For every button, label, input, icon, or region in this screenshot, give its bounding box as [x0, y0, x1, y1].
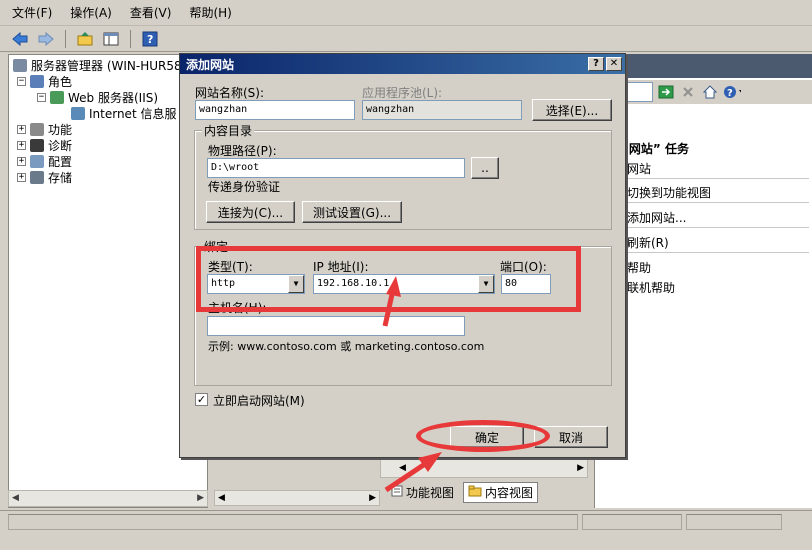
- status-segment: [8, 513, 578, 530]
- expand-icon[interactable]: +: [17, 124, 26, 134]
- content-directory-label: 内容目录: [202, 122, 255, 139]
- action-separator: [619, 178, 809, 179]
- menu-action[interactable]: 操作(A): [70, 4, 112, 21]
- actions-header-bar: [595, 54, 812, 78]
- select-app-pool-button[interactable]: 选择(E)...: [532, 99, 612, 121]
- physical-path-input[interactable]: D:\wroot: [207, 158, 465, 178]
- tree-item-diagnostics[interactable]: + 诊断: [17, 137, 72, 153]
- tree-item-server-manager[interactable]: 服务器管理器 (WIN-HUR580: [13, 57, 189, 73]
- browse-button[interactable]: ..: [471, 157, 499, 179]
- scroll-right-icon[interactable]: ▶: [369, 493, 376, 503]
- tree-item-configuration[interactable]: + 配置: [17, 153, 72, 169]
- list-horizontal-scrollbar[interactable]: ◀ ▶: [380, 458, 588, 478]
- help-button[interactable]: ?: [588, 57, 604, 71]
- back-arrow-icon[interactable]: [10, 29, 30, 49]
- go-icon[interactable]: [657, 83, 675, 101]
- pass-through-auth-label: 传递身份验证: [208, 180, 281, 194]
- scroll-left-icon[interactable]: ◀: [399, 463, 406, 473]
- status-segment: [686, 513, 782, 530]
- show-hide-console-icon[interactable]: [101, 29, 121, 49]
- toolbar-separator: [65, 29, 66, 48]
- diagnostics-icon: [30, 138, 44, 152]
- scroll-right-icon[interactable]: ▶: [197, 493, 204, 503]
- tab-content-view[interactable]: 内容视图: [463, 482, 539, 503]
- menu-help[interactable]: 帮助(H): [189, 4, 231, 21]
- expand-icon[interactable]: +: [17, 140, 26, 150]
- tree-item-web-server[interactable]: − Web 服务器(IIS): [37, 89, 158, 105]
- iis-manager-icon: [71, 106, 85, 120]
- svg-text:?: ?: [727, 88, 733, 99]
- start-immediately-checkbox[interactable]: ✓: [195, 393, 208, 406]
- tree-item-features[interactable]: + 功能: [17, 121, 72, 137]
- app-pool-input: wangzhan: [362, 100, 522, 120]
- menu-bar: 文件(F) 操作(A) 查看(V) 帮助(H): [0, 0, 812, 26]
- collapse-icon[interactable]: −: [37, 92, 46, 102]
- dialog-title: 添加网站: [186, 57, 235, 72]
- action-add-website[interactable]: 添加网站...: [627, 209, 686, 226]
- tab-features-view[interactable]: 功能视图: [386, 482, 459, 503]
- server-icon: [13, 58, 27, 72]
- action-separator: [619, 227, 809, 228]
- physical-path-label: 物理路径(P):: [208, 144, 277, 158]
- tree-item-iis-manager[interactable]: Internet 信息服: [71, 105, 176, 121]
- example-text: 示例: www.contoso.com 或 marketing.contoso.…: [208, 340, 485, 353]
- view-tabs: 功能视图 内容视图: [386, 482, 539, 503]
- action-refresh[interactable]: 刷新(R): [627, 234, 669, 251]
- toolbar-separator: [130, 29, 131, 48]
- collapse-icon[interactable]: −: [17, 76, 26, 86]
- annotation-highlight-ellipse: [416, 420, 550, 452]
- action-switch-to-features-view[interactable]: 切换到功能视图: [627, 184, 711, 201]
- navigation-tree: 服务器管理器 (WIN-HUR580 − 角色 − Web 服务器(IIS) I…: [8, 54, 208, 508]
- scroll-right-icon[interactable]: ▶: [577, 463, 584, 473]
- home-icon[interactable]: [701, 83, 719, 101]
- menu-file[interactable]: 文件(F): [12, 4, 52, 21]
- content-view-icon: [468, 485, 482, 500]
- content-horizontal-scrollbar[interactable]: ◀ ▶: [214, 490, 380, 506]
- scroll-left-icon[interactable]: ◀: [12, 493, 19, 503]
- status-bar: [0, 510, 812, 532]
- expand-icon[interactable]: +: [17, 172, 26, 182]
- dialog-titlebar: 添加网站 ? ✕: [180, 54, 625, 74]
- action-online-help[interactable]: 联机帮助: [627, 279, 675, 296]
- help-dropdown-icon[interactable]: ?: [723, 83, 741, 101]
- hostname-input[interactable]: [207, 316, 465, 336]
- tree-item-roles[interactable]: − 角色: [17, 73, 72, 89]
- annotation-highlight-rect: [196, 246, 581, 312]
- expand-icon[interactable]: +: [17, 156, 26, 166]
- scroll-left-icon[interactable]: ◀: [218, 493, 225, 503]
- forward-arrow-icon[interactable]: [36, 29, 56, 49]
- features-view-icon: [391, 485, 403, 500]
- connect-as-button[interactable]: 连接为(C)...: [206, 201, 295, 223]
- action-sites[interactable]: 网站: [627, 160, 651, 177]
- status-segment: [582, 513, 682, 530]
- up-folder-icon[interactable]: [75, 29, 95, 49]
- help-icon[interactable]: ?: [140, 29, 160, 49]
- site-name-label: 网站名称(S):: [195, 86, 265, 100]
- svg-text:?: ?: [147, 33, 153, 46]
- actions-title: “网站” 任务: [621, 142, 689, 156]
- web-server-icon: [50, 90, 64, 104]
- site-name-input[interactable]: wangzhan: [195, 100, 355, 120]
- menu-view[interactable]: 查看(V): [130, 4, 172, 21]
- action-separator: [619, 202, 809, 203]
- storage-icon: [30, 170, 44, 184]
- address-bar: ?: [595, 80, 812, 104]
- toolbar: ?: [0, 26, 812, 52]
- start-immediately-label: 立即启动网站(M): [213, 394, 305, 408]
- roles-icon: [30, 74, 44, 88]
- test-settings-button[interactable]: 测试设置(G)...: [302, 201, 402, 223]
- tree-horizontal-scrollbar[interactable]: ◀ ▶: [8, 490, 208, 507]
- stop-icon[interactable]: [679, 83, 697, 101]
- app-pool-label: 应用程序池(L):: [362, 86, 443, 100]
- tree-item-storage[interactable]: + 存储: [17, 169, 72, 185]
- features-icon: [30, 122, 44, 136]
- action-help[interactable]: 帮助: [627, 259, 651, 276]
- actions-pane: ? “网站” 任务 网站 切换到功能视图 添加网站... 刷新(R) 帮助 联机…: [594, 54, 812, 508]
- action-separator: [619, 252, 809, 253]
- configuration-icon: [30, 154, 44, 168]
- close-button[interactable]: ✕: [606, 57, 622, 71]
